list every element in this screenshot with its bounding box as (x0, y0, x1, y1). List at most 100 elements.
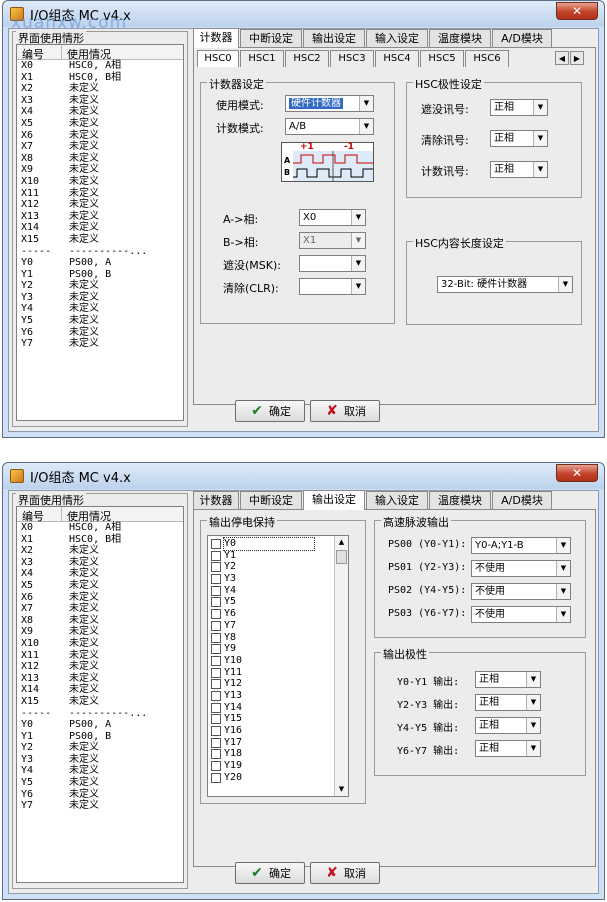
list-item[interactable]: X0 HSC0, A相 (17, 522, 183, 534)
list-item[interactable]: Y6 未定义 (17, 789, 183, 801)
checkbox[interactable] (211, 679, 221, 690)
checkbox[interactable] (211, 714, 221, 725)
scroll-up-icon[interactable]: ▲ (335, 536, 348, 549)
list-item[interactable]: Y0 PS00, A (17, 719, 183, 731)
checkbox[interactable] (211, 550, 221, 561)
checkbox[interactable] (211, 772, 221, 783)
retain-item[interactable]: Y15 (208, 713, 334, 725)
checkbox[interactable] (211, 702, 221, 713)
tab-counter[interactable]: 计数器 (193, 28, 239, 48)
list-item[interactable]: Y0 PS00, A (17, 257, 183, 269)
checkbox[interactable] (211, 574, 221, 585)
use-mode-select[interactable]: 硬件计数器 ▼ (285, 95, 374, 112)
subtab-hsc2[interactable]: HSC2 (285, 50, 329, 67)
count-signal-select[interactable]: 正相 ▼ (490, 161, 548, 178)
subtab-hsc0[interactable]: HSC0 (197, 50, 239, 67)
scroll-thumb[interactable] (336, 550, 347, 564)
list-item[interactable]: X10 未定义 (17, 638, 183, 650)
list-item[interactable]: X15 未定义 (17, 234, 183, 246)
list-item[interactable]: X12 未定义 (17, 199, 183, 211)
list-item[interactable]: Y7 未定义 (17, 338, 183, 350)
tab-temperature[interactable]: 温度模块 (429, 29, 491, 47)
list-item[interactable]: X6 未定义 (17, 130, 183, 142)
cancel-button[interactable]: ✘ 取消 (310, 400, 380, 422)
list-item[interactable]: X7 未定义 (17, 603, 183, 615)
checkbox[interactable] (211, 620, 221, 631)
retain-item[interactable]: Y3 (208, 573, 334, 585)
list-item[interactable]: Y4 未定义 (17, 765, 183, 777)
tab-interrupt[interactable]: 中断设定 (240, 491, 302, 509)
checkbox[interactable] (211, 597, 221, 608)
list-item[interactable]: X14 未定义 (17, 684, 183, 696)
list-item[interactable]: Y5 未定义 (17, 777, 183, 789)
list-item[interactable]: X0 HSC0, A相 (17, 60, 183, 72)
list-item[interactable]: ----- ----------... (17, 708, 183, 720)
list-item[interactable]: X4 未定义 (17, 106, 183, 118)
list-item[interactable]: X11 未定义 (17, 650, 183, 662)
checkbox[interactable] (211, 644, 221, 655)
checkbox[interactable] (211, 609, 221, 620)
retain-item[interactable]: Y18 (208, 748, 334, 760)
y2-y3-polarity-select[interactable]: 正相 ▼ (475, 694, 541, 711)
count-mode-select[interactable]: A/B ▼ (285, 118, 374, 135)
list-item[interactable]: ----- ----------... (17, 246, 183, 258)
title-bar[interactable]: I/O组态 MC v4.x ✕ (3, 463, 604, 489)
list-item[interactable]: X8 未定义 (17, 615, 183, 627)
usage-list[interactable]: 编号 使用情况 X0 HSC0, A相 X1 HSC0, B相 X2 未定义 X3 未定义 X4… (16, 506, 184, 883)
list-item[interactable]: Y2 未定义 (17, 742, 183, 754)
retain-item[interactable]: Y2 (208, 561, 334, 573)
list-item[interactable]: Y6 未定义 (17, 327, 183, 339)
y4-y5-polarity-select[interactable]: 正相 ▼ (475, 717, 541, 734)
list-item[interactable]: Y3 未定义 (17, 292, 183, 304)
list-item[interactable]: X3 未定义 (17, 557, 183, 569)
ps01-select[interactable]: 不使用 ▼ (471, 560, 571, 577)
list-item[interactable]: Y7 未定义 (17, 800, 183, 812)
list-item[interactable]: X13 未定义 (17, 211, 183, 223)
tab-temperature[interactable]: 温度模块 (429, 491, 491, 509)
retain-item[interactable]: Y8 (208, 632, 334, 644)
mask-signal-select[interactable]: 正相 ▼ (490, 99, 548, 116)
list-item[interactable]: Y4 未定义 (17, 303, 183, 315)
close-button[interactable]: ✕ (556, 2, 598, 20)
tab-input[interactable]: 输入设定 (366, 29, 428, 47)
list-item[interactable]: X10 未定义 (17, 176, 183, 188)
checkbox[interactable] (211, 690, 221, 701)
output-retain-list[interactable]: Y0 Y1 Y2 Y3 Y4 Y5 Y6 Y7 Y8 Y9 Y10 Y11 Y12 Y13 Y14 Y15 Y1… (207, 535, 349, 797)
list-item[interactable]: X7 未定义 (17, 141, 183, 153)
subtab-hsc5[interactable]: HSC5 (420, 50, 464, 67)
retain-item[interactable]: Y9 (208, 643, 334, 655)
list-item[interactable]: Y5 未定义 (17, 315, 183, 327)
retain-item[interactable]: Y7 (208, 620, 334, 632)
usage-list[interactable]: 编号 使用情况 X0 HSC0, A相 X1 HSC0, B相 X2 未定义 X3 未定义 X4… (16, 44, 184, 421)
subtab-hsc6[interactable]: HSC6 (465, 50, 509, 67)
list-item[interactable]: X1 HSC0, B相 (17, 534, 183, 546)
list-item[interactable]: X8 未定义 (17, 153, 183, 165)
y6-y7-polarity-select[interactable]: 正相 ▼ (475, 740, 541, 757)
list-item[interactable]: X15 未定义 (17, 696, 183, 708)
retain-item[interactable]: Y19 (208, 760, 334, 772)
checkbox[interactable] (211, 585, 221, 596)
checkbox[interactable] (211, 749, 221, 760)
subtab-hsc1[interactable]: HSC1 (240, 50, 284, 67)
ok-button[interactable]: ✔ 确定 (235, 862, 305, 884)
list-item[interactable]: X14 未定义 (17, 222, 183, 234)
retain-item[interactable]: Y20 (208, 772, 334, 784)
list-item[interactable]: X11 未定义 (17, 188, 183, 200)
retain-item[interactable]: Y12 (208, 678, 334, 690)
tab-output[interactable]: 输出设定 (303, 490, 365, 510)
checkbox[interactable] (211, 726, 221, 736)
hsc-length-select[interactable]: 32-Bit: 硬件计数器 ▼ (437, 276, 573, 293)
list-item[interactable]: X1 HSC0, B相 (17, 72, 183, 84)
list-item[interactable]: X3 未定义 (17, 95, 183, 107)
title-bar[interactable]: I/O组态 MC v4.x xuanxw.com ✕ (3, 1, 604, 33)
list-item[interactable]: X12 未定义 (17, 661, 183, 673)
list-item[interactable]: X2 未定义 (17, 545, 183, 557)
checkbox[interactable] (211, 655, 221, 666)
tab-interrupt[interactable]: 中断设定 (240, 29, 302, 47)
cancel-button[interactable]: ✘ 取消 (310, 862, 380, 884)
retain-item[interactable]: Y4 (208, 585, 334, 597)
checkbox[interactable] (211, 761, 221, 772)
ps00-select[interactable]: Y0-A;Y1-B ▼ (471, 537, 571, 554)
checkbox[interactable] (211, 539, 221, 549)
retain-item[interactable]: Y11 (208, 667, 334, 679)
